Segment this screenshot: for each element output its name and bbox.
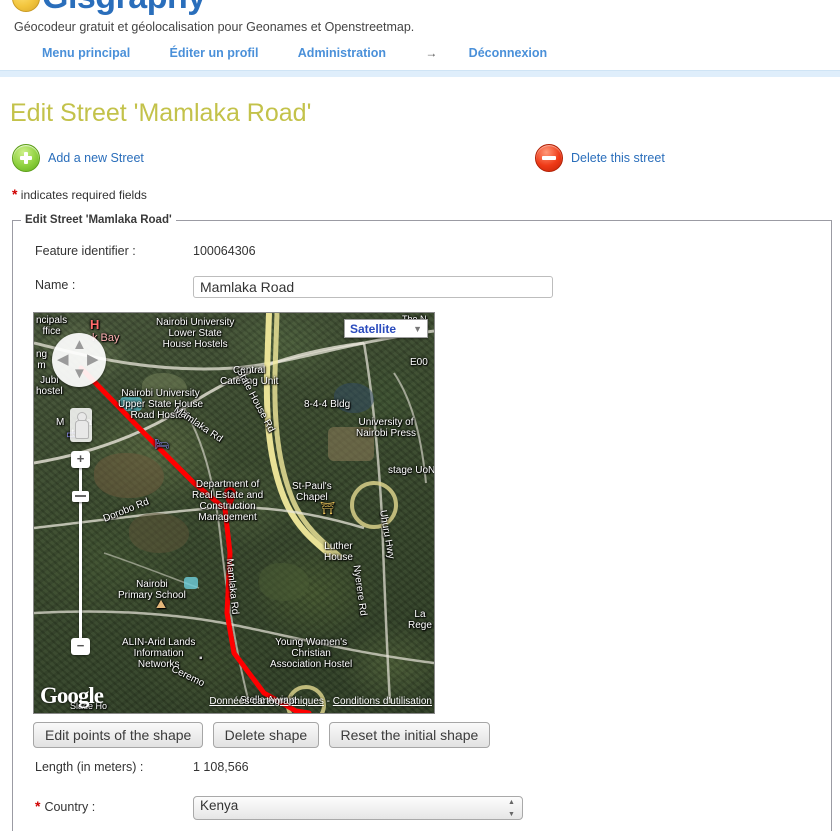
arrow-right-icon: → [425,46,438,60]
logo-row: Gisgraphy [12,0,828,16]
field-name: Name : [13,276,831,306]
edit-points-button[interactable]: Edit points of the shape [33,722,204,748]
page-actions: Add a new Street Delete this street [0,144,840,178]
attribution-terms-link[interactable]: Conditions d'utilisation [333,696,432,707]
fieldset-legend: Edit Street 'Mamlaka Road' [25,214,172,226]
minus-circle-icon [535,144,563,172]
street-view-pegman-icon[interactable] [70,408,92,442]
nav-item-editer-un-profil[interactable]: Éditer un profil [170,46,259,60]
zoom-out-button[interactable]: − [71,638,90,655]
field-country: * Country : Kenya ▲ ▼ [13,796,831,826]
nav-item-deconnexion[interactable]: Déconnexion [469,46,548,60]
pan-left-icon[interactable]: ◀ [57,352,69,367]
delete-street-link[interactable]: Delete this street [571,151,665,165]
required-star-icon: * [35,798,41,814]
nav-divider [0,70,840,77]
delete-street-action[interactable]: Delete this street [535,144,665,172]
shape-button-row: Edit points of the shape Delete shape Re… [33,722,831,748]
map-pan-control[interactable]: ▲ ▼ ◀ ▶ [52,333,106,387]
stepper-down-icon[interactable]: ▼ [508,811,515,818]
stepper-up-icon[interactable]: ▲ [508,799,515,806]
length-label: Length (in meters) : [35,760,144,774]
site-tagline: Géocodeur gratuit et géolocalisation pou… [14,20,415,34]
plus-circle-icon [12,144,40,172]
name-label: Name : [35,278,76,292]
chevron-down-icon: ▼ [413,323,422,334]
feature-identifier-label: Feature identifier : [35,244,136,258]
field-feature-identifier: Feature identifier : 100064306 [13,242,831,270]
add-street-link[interactable]: Add a new Street [48,151,144,165]
feature-identifier-value: 100064306 [193,244,256,258]
page-root: Gisgraphy Géocodeur gratuit et géolocali… [0,0,840,831]
nav-item-menu-principal[interactable]: Menu principal [42,46,130,60]
pan-down-icon[interactable]: ▼ [72,366,87,381]
nav-item-administration[interactable]: Administration [298,46,386,60]
attribution-separator: - [323,696,333,707]
attribution-data-link[interactable]: Données cartographiques [209,696,324,707]
main-nav: Menu principal Éditer un profil Administ… [12,46,828,68]
zoom-in-button[interactable]: + [71,451,90,468]
map-type-selector[interactable]: Satellite ▼ [344,319,428,338]
field-length: Length (in meters) : 1 108,566 [13,758,831,786]
edit-street-fieldset: Edit Street 'Mamlaka Road' Feature ident… [12,214,832,831]
country-select-value: Kenya [200,798,239,813]
site-header: Gisgraphy Géocodeur gratuit et géolocali… [0,0,840,68]
country-select[interactable]: Kenya ▲ ▼ [193,796,523,820]
page-title: Edit Street 'Mamlaka Road' [10,99,312,127]
delete-shape-button[interactable]: Delete shape [212,722,320,748]
zoom-slider-track[interactable] [79,453,82,653]
site-logo[interactable]: Gisgraphy [12,0,206,16]
country-label: * Country : [35,798,185,814]
required-star-icon: * [12,186,18,202]
stepper-icon[interactable]: ▲ ▼ [507,799,516,818]
map-attribution: Données cartographiques - Conditions d'u… [209,696,432,707]
pegman-body [75,420,89,439]
required-fields-note: * indicates required fields [0,186,840,202]
google-logo: Google [40,683,104,708]
site-logo-text: Gisgraphy [42,0,206,16]
map-marker-icon[interactable] [222,485,238,509]
globe-icon [12,0,40,12]
zoom-slider-handle[interactable] [72,491,89,502]
required-fields-text: indicates required fields [20,188,147,202]
country-label-text: Country : [44,800,96,814]
length-value: 1 108,566 [193,760,249,774]
add-street-action[interactable]: Add a new Street [12,144,144,172]
map-canvas[interactable]: ncipals ffice ng m Jubi hostel H k Bay N… [34,313,434,713]
pan-up-icon[interactable]: ▲ [72,337,87,352]
name-input[interactable] [193,276,553,298]
reset-shape-button[interactable]: Reset the initial shape [328,722,491,748]
pan-right-icon[interactable]: ▶ [87,352,99,367]
map-container[interactable]: ncipals ffice ng m Jubi hostel H k Bay N… [33,312,435,714]
map-type-label: Satellite [350,321,397,336]
